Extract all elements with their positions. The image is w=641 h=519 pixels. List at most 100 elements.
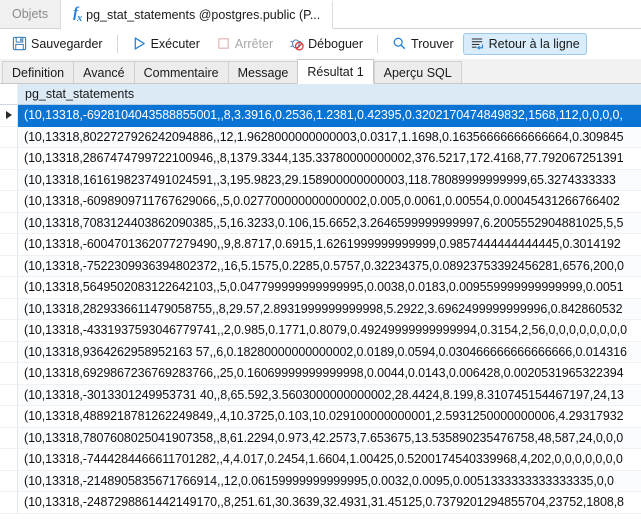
row-header-cell[interactable] xyxy=(0,255,18,277)
tab-apercu-sql[interactable]: Aperçu SQL xyxy=(373,61,462,83)
tab-definition[interactable]: Definition xyxy=(2,61,74,83)
table-cell[interactable]: (10,13318,5649502083122642103,,5,0.04779… xyxy=(18,277,641,299)
execute-button-label: Exécuter xyxy=(150,36,200,51)
sql-editor-window: Objets fx pg_stat_statements @postgres.p… xyxy=(0,0,641,519)
table-row[interactable]: (10,13318,-3013301249953731 40,,8,65.592… xyxy=(0,384,641,406)
column-header-label: pg_stat_statements xyxy=(25,87,135,101)
tab-message[interactable]: Message xyxy=(227,61,298,83)
row-header-cell[interactable] xyxy=(0,449,18,471)
current-row-arrow-icon xyxy=(6,111,12,120)
table-cell[interactable]: (10,13318,9364262958952163 57,,6,0.18280… xyxy=(18,341,641,363)
table-row[interactable]: (10,13318,2829336611479058755,,8,29.57,2… xyxy=(0,298,641,320)
stop-button: Arrêter xyxy=(209,33,280,55)
table-cell[interactable]: (10,13318,7807608025041907358,,8,61.2294… xyxy=(18,427,641,449)
table-cell[interactable]: (10,13318,-2148905835671766914,,12,0.061… xyxy=(18,470,641,492)
table-cell[interactable]: (10,13318,-6098909711767629066,,5,0.0277… xyxy=(18,191,641,213)
table-row[interactable]: (10,13318,-6098909711767629066,,5,0.0277… xyxy=(0,191,641,213)
word-wrap-button-label: Retour à la ligne xyxy=(488,36,580,51)
tab-bar-filler xyxy=(333,0,641,29)
table-row[interactable]: (10,13318,-2148905835671766914,,12,0.061… xyxy=(0,470,641,492)
save-icon xyxy=(12,36,27,51)
result-tab-bar: Definition Avancé Commentaire Message Ré… xyxy=(0,59,641,84)
grid-corner-cell[interactable] xyxy=(0,84,18,105)
grid-body[interactable]: (10,13318,-6928104043588855001,,8,3.3916… xyxy=(0,105,641,519)
table-row[interactable]: (10,13318,-7522309936394802372,,16,5.157… xyxy=(0,255,641,277)
table-row[interactable]: (10,13318,7807608025041907358,,8,61.2294… xyxy=(0,427,641,449)
result-grid: pg_stat_statements (10,13318,-6928104043… xyxy=(0,84,641,519)
row-header-cell[interactable] xyxy=(0,126,18,148)
word-wrap-button[interactable]: Retour à la ligne xyxy=(462,32,587,55)
toolbar-separator-2 xyxy=(377,34,379,53)
table-row[interactable]: (10,13318,-2487298861442149170,,8,251.61… xyxy=(0,492,641,514)
table-cell[interactable]: (10,13318,-6928104043588855001,,8,3.3916… xyxy=(18,105,641,127)
table-row[interactable]: (10,13318,6929867236769283766,,25,0.1606… xyxy=(0,363,641,385)
document-tab-label: pg_stat_statements @postgres.public (P..… xyxy=(86,8,321,22)
row-header-cell[interactable] xyxy=(0,234,18,256)
save-button[interactable]: Sauvegarder xyxy=(5,33,110,55)
table-row[interactable]: (10,13318,-6928104043588855001,,8,3.3916… xyxy=(0,105,641,127)
table-row[interactable]: (10,13318,4889218781262249849,,4,10.3725… xyxy=(0,406,641,428)
document-tab-label: Objets xyxy=(12,7,49,21)
execute-button[interactable]: Exécuter xyxy=(125,33,207,55)
find-button[interactable]: Trouver xyxy=(385,33,461,55)
row-header-cell[interactable] xyxy=(0,212,18,234)
column-header-pg-stat-statements[interactable]: pg_stat_statements xyxy=(18,84,641,105)
debug-icon xyxy=(289,36,304,51)
table-row[interactable]: (10,13318,5649502083122642103,,5,0.04779… xyxy=(0,277,641,299)
row-header-cell[interactable] xyxy=(0,470,18,492)
toolbar-separator-1 xyxy=(116,34,118,53)
tab-label: Avancé xyxy=(83,65,125,80)
row-header-cell[interactable] xyxy=(0,363,18,385)
table-cell[interactable]: (10,13318,1616198237491024591,,3,195.982… xyxy=(18,169,641,191)
table-row[interactable]: (10,13318,-4331937593046779741,,2,0.985,… xyxy=(0,320,641,342)
row-header-cell[interactable] xyxy=(0,105,18,127)
row-header-cell[interactable] xyxy=(0,384,18,406)
function-fx-icon: fx xyxy=(73,5,82,24)
stop-button-label: Arrêter xyxy=(234,36,274,51)
row-header-cell[interactable] xyxy=(0,427,18,449)
table-cell[interactable]: (10,13318,-7522309936394802372,,16,5.157… xyxy=(18,255,641,277)
editor-toolbar: Sauvegarder Exécuter Arrêter Déboguer Tr… xyxy=(0,29,641,59)
tab-commentaire[interactable]: Commentaire xyxy=(133,61,228,83)
tab-resultat-1[interactable]: Résultat 1 xyxy=(297,59,374,84)
table-row[interactable]: (10,13318,-7444284466611701282,,4,4.017,… xyxy=(0,449,641,471)
tab-avance[interactable]: Avancé xyxy=(73,61,134,83)
table-cell[interactable]: (10,13318,8022727926242094886,,12,1.9628… xyxy=(18,126,641,148)
row-header-cell[interactable] xyxy=(0,492,18,514)
table-cell[interactable]: (10,13318,2867474799722100946,,8,1379.33… xyxy=(18,148,641,170)
grid-header-row: pg_stat_statements xyxy=(0,84,641,105)
row-header-cell[interactable] xyxy=(0,169,18,191)
row-header-cell[interactable] xyxy=(0,406,18,428)
row-header-cell[interactable] xyxy=(0,298,18,320)
table-cell[interactable]: (10,13318,-4331937593046779741,,2,0.985,… xyxy=(18,320,641,342)
document-tab-bar: Objets fx pg_stat_statements @postgres.p… xyxy=(0,0,641,29)
table-cell[interactable]: (10,13318,2829336611479058755,,8,29.57,2… xyxy=(18,298,641,320)
table-cell[interactable]: (10,13318,7083124403862090385,,5,16.3233… xyxy=(18,212,641,234)
table-row[interactable]: (10,13318,7083124403862090385,,5,16.3233… xyxy=(0,212,641,234)
table-row[interactable]: (10,13318,1616198237491024591,,3,195.982… xyxy=(0,169,641,191)
tab-label: Commentaire xyxy=(143,65,219,80)
table-cell[interactable]: (10,13318,-2487298861442149170,,8,251.61… xyxy=(18,492,641,514)
row-header-cell[interactable] xyxy=(0,341,18,363)
row-header-cell[interactable] xyxy=(0,191,18,213)
table-cell[interactable]: (10,13318,-6004701362077279490,,9,8.8717… xyxy=(18,234,641,256)
table-cell[interactable]: (10,13318,6929867236769283766,,25,0.1606… xyxy=(18,363,641,385)
tab-label: Definition xyxy=(12,65,65,80)
table-cell[interactable]: (10,13318,4889218781262249849,,4,10.3725… xyxy=(18,406,641,428)
debug-button-label: Déboguer xyxy=(308,36,364,51)
table-cell[interactable]: (10,13318,-3013301249953731 40,,8,65.592… xyxy=(18,384,641,406)
tab-label: Résultat 1 xyxy=(307,64,364,79)
debug-button[interactable]: Déboguer xyxy=(282,33,370,55)
search-icon xyxy=(392,36,407,51)
table-row[interactable]: (10,13318,9364262958952163 57,,6,0.18280… xyxy=(0,341,641,363)
row-header-cell[interactable] xyxy=(0,148,18,170)
document-tab-objets[interactable]: Objets xyxy=(0,0,62,28)
table-row[interactable]: (10,13318,-6004701362077279490,,9,8.8717… xyxy=(0,234,641,256)
document-tab-pg-stat-statements[interactable]: fx pg_stat_statements @postgres.public (… xyxy=(61,0,334,29)
save-button-label: Sauvegarder xyxy=(31,36,103,51)
table-row[interactable]: (10,13318,2867474799722100946,,8,1379.33… xyxy=(0,148,641,170)
table-cell[interactable]: (10,13318,-7444284466611701282,,4,4.017,… xyxy=(18,449,641,471)
table-row[interactable]: (10,13318,8022727926242094886,,12,1.9628… xyxy=(0,126,641,148)
row-header-cell[interactable] xyxy=(0,277,18,299)
row-header-cell[interactable] xyxy=(0,320,18,342)
